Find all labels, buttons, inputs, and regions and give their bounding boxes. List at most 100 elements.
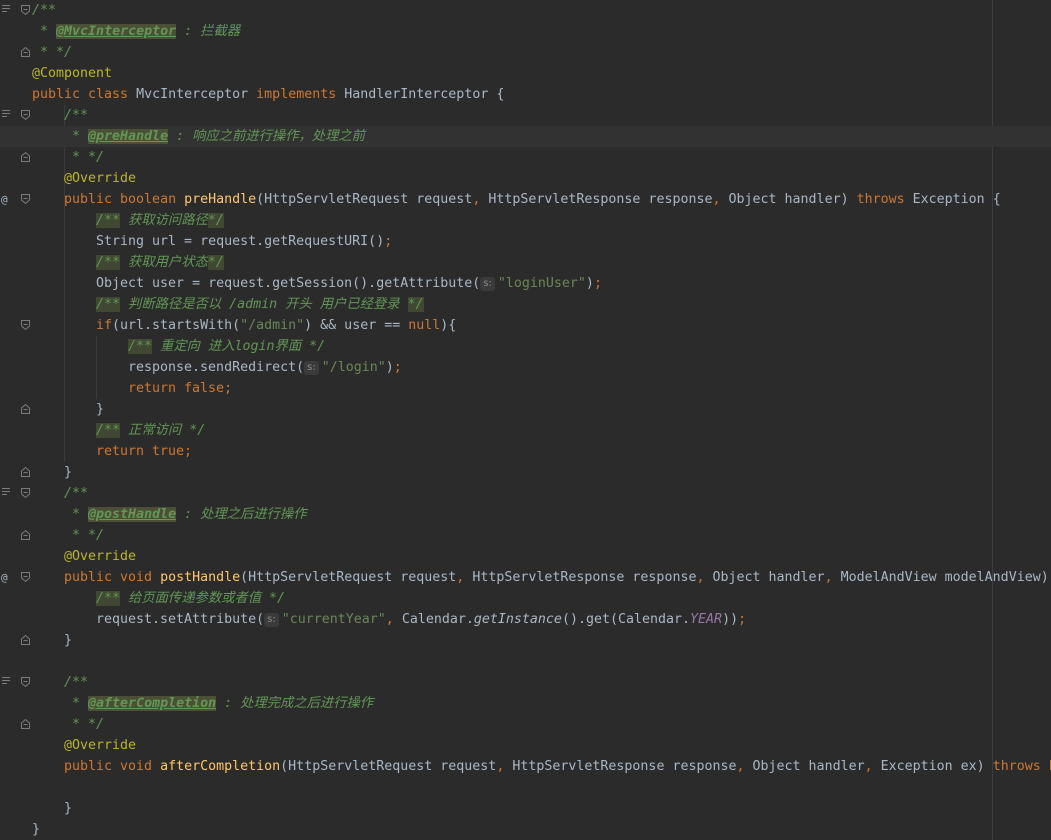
code-text: * @preHandle : 响应之前进行操作，处理之前 xyxy=(64,126,365,147)
code-token: response.sendRedirect( xyxy=(128,360,305,375)
code-token: ModelAndView modelAndView) xyxy=(840,570,1049,585)
code-line[interactable]: /** xyxy=(0,672,1051,693)
code-text: public class MvcInterceptor implements H… xyxy=(32,84,504,105)
code-text: /** 给页面传递参数或者值 */ xyxy=(96,588,285,609)
code-line[interactable]: /** 获取访问路径*/ xyxy=(0,210,1051,231)
code-line[interactable]: Object user = request.getSession().getAt… xyxy=(0,273,1051,294)
code-line[interactable]: return false; xyxy=(0,378,1051,399)
code-token: */ xyxy=(189,423,206,438)
code-line[interactable]: } xyxy=(0,462,1051,483)
code-text: * @MvcInterceptor : 拦截器 xyxy=(32,21,240,42)
code-token: ) xyxy=(585,276,594,291)
code-line[interactable]: * */ xyxy=(0,525,1051,546)
code-editor[interactable]: /** * @MvcInterceptor : 拦截器 * */@Compone… xyxy=(0,0,1051,840)
code-line[interactable]: } xyxy=(0,819,1051,840)
code-token: String url = request.getRequestURI() xyxy=(96,234,385,249)
override-at-icon[interactable]: @ xyxy=(1,189,8,210)
code-token: @preHandle xyxy=(88,129,169,144)
fold-marker-icon[interactable] xyxy=(21,110,30,120)
code-text: public void afterCompletion(HttpServletR… xyxy=(64,756,1051,777)
fold-marker-icon[interactable] xyxy=(21,194,30,204)
code-line[interactable]: * */ xyxy=(0,714,1051,735)
code-token: HttpServletResponse response xyxy=(512,759,737,774)
code-line[interactable]: String url = request.getRequestURI(); xyxy=(0,231,1051,252)
code-text: response.sendRedirect(s: "/login"); xyxy=(128,357,402,378)
code-line[interactable]: } xyxy=(0,399,1051,420)
code-line[interactable]: * @postHandle : 处理之后进行操作 xyxy=(0,504,1051,525)
code-line[interactable]: /** 判断路径是否以 /admin 开头 用户已经登录 */ xyxy=(0,294,1051,315)
fold-marker-icon[interactable] xyxy=(21,320,30,330)
code-token: YEAR xyxy=(690,612,723,627)
code-text: /** xyxy=(64,483,88,504)
fold-marker-icon[interactable] xyxy=(21,467,30,477)
code-line[interactable]: /** 重定向 进入login界面 */ xyxy=(0,336,1051,357)
code-line[interactable]: /** xyxy=(0,483,1051,504)
fold-marker-icon[interactable] xyxy=(21,5,30,15)
code-token: , xyxy=(472,192,489,207)
code-line[interactable]: * */ xyxy=(0,147,1051,168)
code-line[interactable]: @ public boolean preHandle(HttpServletReq… xyxy=(0,189,1051,210)
code-line[interactable]: @Override xyxy=(0,168,1051,189)
fold-marker-icon[interactable] xyxy=(21,488,30,498)
code-area[interactable]: /** * @MvcInterceptor : 拦截器 * */@Compone… xyxy=(0,0,1051,840)
code-line[interactable]: /** xyxy=(0,0,1051,21)
code-line[interactable]: public class MvcInterceptor implements H… xyxy=(0,84,1051,105)
code-line[interactable]: * */ xyxy=(0,42,1051,63)
doc-render-icon[interactable] xyxy=(2,5,10,15)
fold-marker-icon[interactable] xyxy=(21,530,30,540)
code-line[interactable]: /** 给页面传递参数或者值 */ xyxy=(0,588,1051,609)
code-line[interactable]: /** 获取用户状态*/ xyxy=(0,252,1051,273)
code-line[interactable]: @Override xyxy=(0,546,1051,567)
doc-render-icon[interactable] xyxy=(2,110,10,120)
code-text: * */ xyxy=(32,42,72,63)
code-token: afterCompletion xyxy=(160,759,281,774)
code-line[interactable] xyxy=(0,777,1051,798)
code-line[interactable] xyxy=(0,651,1051,672)
code-line[interactable]: request.setAttribute(s: "currentYear", Ca… xyxy=(0,609,1051,630)
code-token: return false; xyxy=(128,381,233,396)
code-line[interactable]: response.sendRedirect(s: "/login"); xyxy=(0,357,1051,378)
code-token: return true; xyxy=(96,444,193,459)
code-token: @afterCompletion xyxy=(88,696,217,711)
code-token: */ xyxy=(207,255,224,270)
code-line[interactable]: } xyxy=(0,630,1051,651)
code-token: } xyxy=(96,402,105,417)
doc-render-icon[interactable] xyxy=(2,488,10,498)
fold-marker-icon[interactable] xyxy=(21,677,30,687)
code-line[interactable]: @Component xyxy=(0,63,1051,84)
fold-marker-icon[interactable] xyxy=(21,47,30,57)
code-token: 判断路径是否以 /admin 开头 用户已经登录 xyxy=(120,297,408,312)
code-text: /** 正常访问 */ xyxy=(96,420,205,441)
parameter-hint: s: xyxy=(480,277,495,291)
code-line[interactable]: /** 正常访问 */ xyxy=(0,420,1051,441)
code-text: * */ xyxy=(64,714,104,735)
code-token: (HttpServletRequest request xyxy=(256,192,473,207)
code-line[interactable]: } xyxy=(0,798,1051,819)
code-text: /** xyxy=(32,0,56,21)
code-token: if xyxy=(96,318,113,333)
code-token: : 处理之后进行操作 xyxy=(176,507,307,522)
code-line[interactable]: /** xyxy=(0,105,1051,126)
code-line[interactable]: public void afterCompletion(HttpServletR… xyxy=(0,756,1051,777)
code-text: Object user = request.getSession().getAt… xyxy=(96,273,602,294)
fold-marker-icon[interactable] xyxy=(21,404,30,414)
fold-marker-icon[interactable] xyxy=(21,719,30,729)
current-code-line[interactable]: * @preHandle : 响应之前进行操作，处理之前 xyxy=(0,126,1051,147)
code-line[interactable]: @ public void postHandle(HttpServletReque… xyxy=(0,567,1051,588)
code-line[interactable]: return true; xyxy=(0,441,1051,462)
code-text: /** 获取用户状态*/ xyxy=(96,252,224,273)
code-text: /** 重定向 进入login界面 */ xyxy=(128,336,325,357)
code-line[interactable]: * @MvcInterceptor : 拦截器 xyxy=(0,21,1051,42)
fold-marker-icon[interactable] xyxy=(21,152,30,162)
fold-marker-icon[interactable] xyxy=(21,635,30,645)
code-token: /** xyxy=(96,213,121,228)
fold-marker-icon[interactable] xyxy=(21,572,30,582)
override-at-icon[interactable]: @ xyxy=(1,567,8,588)
code-text: * */ xyxy=(64,525,104,546)
code-token: , xyxy=(712,192,729,207)
doc-render-icon[interactable] xyxy=(2,677,10,687)
code-line[interactable]: @Override xyxy=(0,735,1051,756)
code-token: "loginUser" xyxy=(497,276,586,291)
code-line[interactable]: * @afterCompletion : 处理完成之后进行操作 xyxy=(0,693,1051,714)
code-line[interactable]: if(url.startsWith("/admin") && user == n… xyxy=(0,315,1051,336)
